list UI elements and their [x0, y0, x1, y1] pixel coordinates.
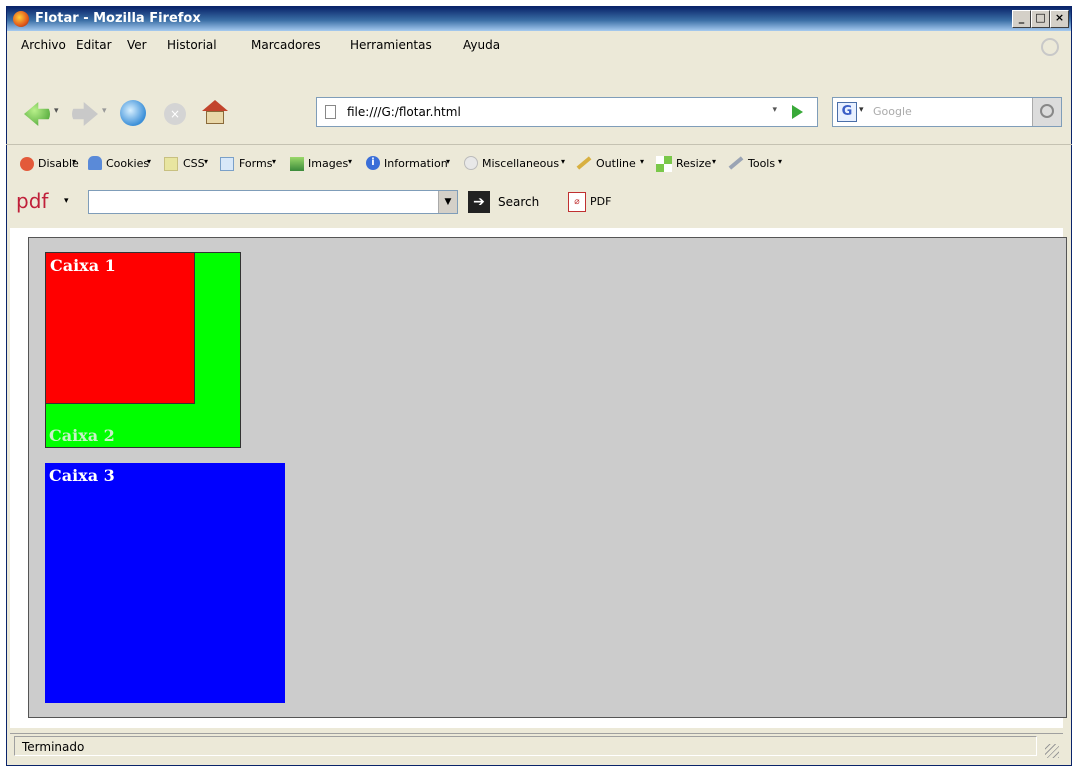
cookies-dropdown-icon: ▾ — [147, 157, 152, 166]
outline-icon — [576, 156, 592, 170]
back-arrow-icon[interactable] — [24, 102, 50, 126]
resize-grip-icon[interactable] — [1045, 744, 1059, 758]
status-bar: Terminado — [10, 733, 1063, 760]
images-dropdown-icon: ▾ — [348, 157, 353, 166]
pdf-search-button[interactable]: Search — [498, 195, 539, 209]
caixa-3-label: Caixa 3 — [49, 466, 115, 485]
disable-icon — [20, 157, 34, 171]
page-icon — [325, 105, 336, 119]
home-icon[interactable] — [202, 100, 228, 124]
pdf-search-input[interactable]: ▼ — [88, 190, 458, 214]
maximize-button[interactable]: □ — [1031, 10, 1050, 28]
toolbar-outline[interactable]: Outline — [596, 157, 636, 170]
toolbar-miscellaneous[interactable]: Miscellaneous — [482, 157, 559, 170]
minimize-button[interactable]: _ — [1012, 10, 1031, 28]
web-developer-toolbar: Disable ▾ Cookies ▾ CSS ▾ Forms ▾ Images… — [6, 144, 1072, 183]
miscellaneous-dropdown-icon: ▾ — [561, 157, 566, 166]
toolbar-images[interactable]: Images — [308, 157, 348, 170]
menu-archivo[interactable]: Archivo — [21, 38, 66, 52]
back-dropdown-icon[interactable]: ▾ — [54, 106, 59, 116]
pdf-logo-dropdown-icon[interactable]: ▾ — [64, 196, 69, 206]
forward-dropdown-icon[interactable]: ▾ — [102, 106, 107, 116]
pdf-logo: pdf — [16, 189, 49, 213]
status-panel — [14, 736, 1037, 756]
disable-dropdown-icon: ▾ — [72, 157, 77, 166]
search-box[interactable]: G ▾ Google — [832, 97, 1062, 127]
caixa-1: Caixa 1 — [45, 252, 195, 404]
go-arrow-icon[interactable]: ➔ — [468, 191, 490, 213]
css-icon — [164, 157, 178, 171]
window-title: Flotar - Mozilla Firefox — [35, 11, 201, 26]
toolbar-css[interactable]: CSS — [183, 157, 205, 170]
tools-icon — [728, 156, 744, 170]
miscellaneous-icon — [464, 156, 478, 170]
stop-icon[interactable]: × — [164, 103, 186, 125]
menu-bar: Archivo Editar Ver Historial Marcadores … — [7, 31, 1071, 59]
menu-ayuda[interactable]: Ayuda — [463, 38, 500, 52]
reload-icon[interactable] — [120, 100, 146, 126]
menu-editar[interactable]: Editar — [76, 38, 112, 52]
search-icon[interactable] — [1032, 98, 1061, 126]
page-body: Caixa 2 Caixa 1 Caixa 3 — [28, 237, 1067, 718]
close-button[interactable]: × — [1050, 10, 1069, 28]
cookies-icon — [88, 156, 102, 170]
pdf-search-dropdown-icon[interactable]: ▼ — [438, 191, 457, 213]
go-icon[interactable] — [792, 105, 803, 119]
url-text[interactable]: file:///G:/flotar.html — [347, 105, 461, 119]
toolbar-tools[interactable]: Tools — [748, 157, 775, 170]
pdf-button[interactable]: PDF — [590, 195, 611, 208]
resize-icon — [656, 156, 672, 172]
pdf-toolbar: pdf ▾ ▼ ➔ Search ⌀ PDF — [6, 182, 1072, 224]
menu-marcadores[interactable]: Marcadores — [251, 38, 321, 52]
information-icon: i — [366, 156, 380, 170]
search-engine-dropdown-icon[interactable]: ▾ — [859, 105, 864, 115]
outline-dropdown-icon: ▾ — [640, 157, 645, 166]
caixa-3: Caixa 3 — [45, 463, 285, 703]
title-bar[interactable]: Flotar - Mozilla Firefox _ □ × — [7, 7, 1071, 31]
forms-icon — [220, 157, 234, 171]
forms-dropdown-icon: ▾ — [272, 157, 277, 166]
forward-arrow-icon[interactable] — [72, 102, 98, 126]
images-icon — [290, 157, 304, 171]
status-text: Terminado — [22, 740, 85, 754]
search-placeholder[interactable]: Google — [873, 105, 912, 118]
navigation-toolbar: ▾ ▾ × file:///G:/flotar.html ▾ G ▾ Googl… — [6, 94, 1072, 136]
toolbar-resize[interactable]: Resize — [676, 157, 711, 170]
toolbar-cookies[interactable]: Cookies — [106, 157, 149, 170]
tools-dropdown-icon: ▾ — [778, 157, 783, 166]
menu-herramientas[interactable]: Herramientas — [350, 38, 432, 52]
search-engine-icon[interactable]: G — [837, 102, 857, 122]
url-dropdown-icon[interactable]: ▾ — [772, 105, 777, 115]
caixa-2-label: Caixa 2 — [49, 426, 115, 445]
url-bar[interactable]: file:///G:/flotar.html ▾ — [316, 97, 818, 127]
menu-historial[interactable]: Historial — [167, 38, 217, 52]
css-dropdown-icon: ▾ — [204, 157, 209, 166]
throbber-icon — [1041, 38, 1059, 56]
toolbar-forms[interactable]: Forms — [239, 157, 272, 170]
firefox-icon — [13, 11, 29, 27]
pdf-icon: ⌀ — [568, 192, 586, 212]
toolbar-information[interactable]: Information — [384, 157, 448, 170]
menu-ver[interactable]: Ver — [127, 38, 147, 52]
information-dropdown-icon: ▾ — [446, 157, 451, 166]
resize-dropdown-icon: ▾ — [712, 157, 717, 166]
caixa-1-label: Caixa 1 — [50, 256, 116, 275]
